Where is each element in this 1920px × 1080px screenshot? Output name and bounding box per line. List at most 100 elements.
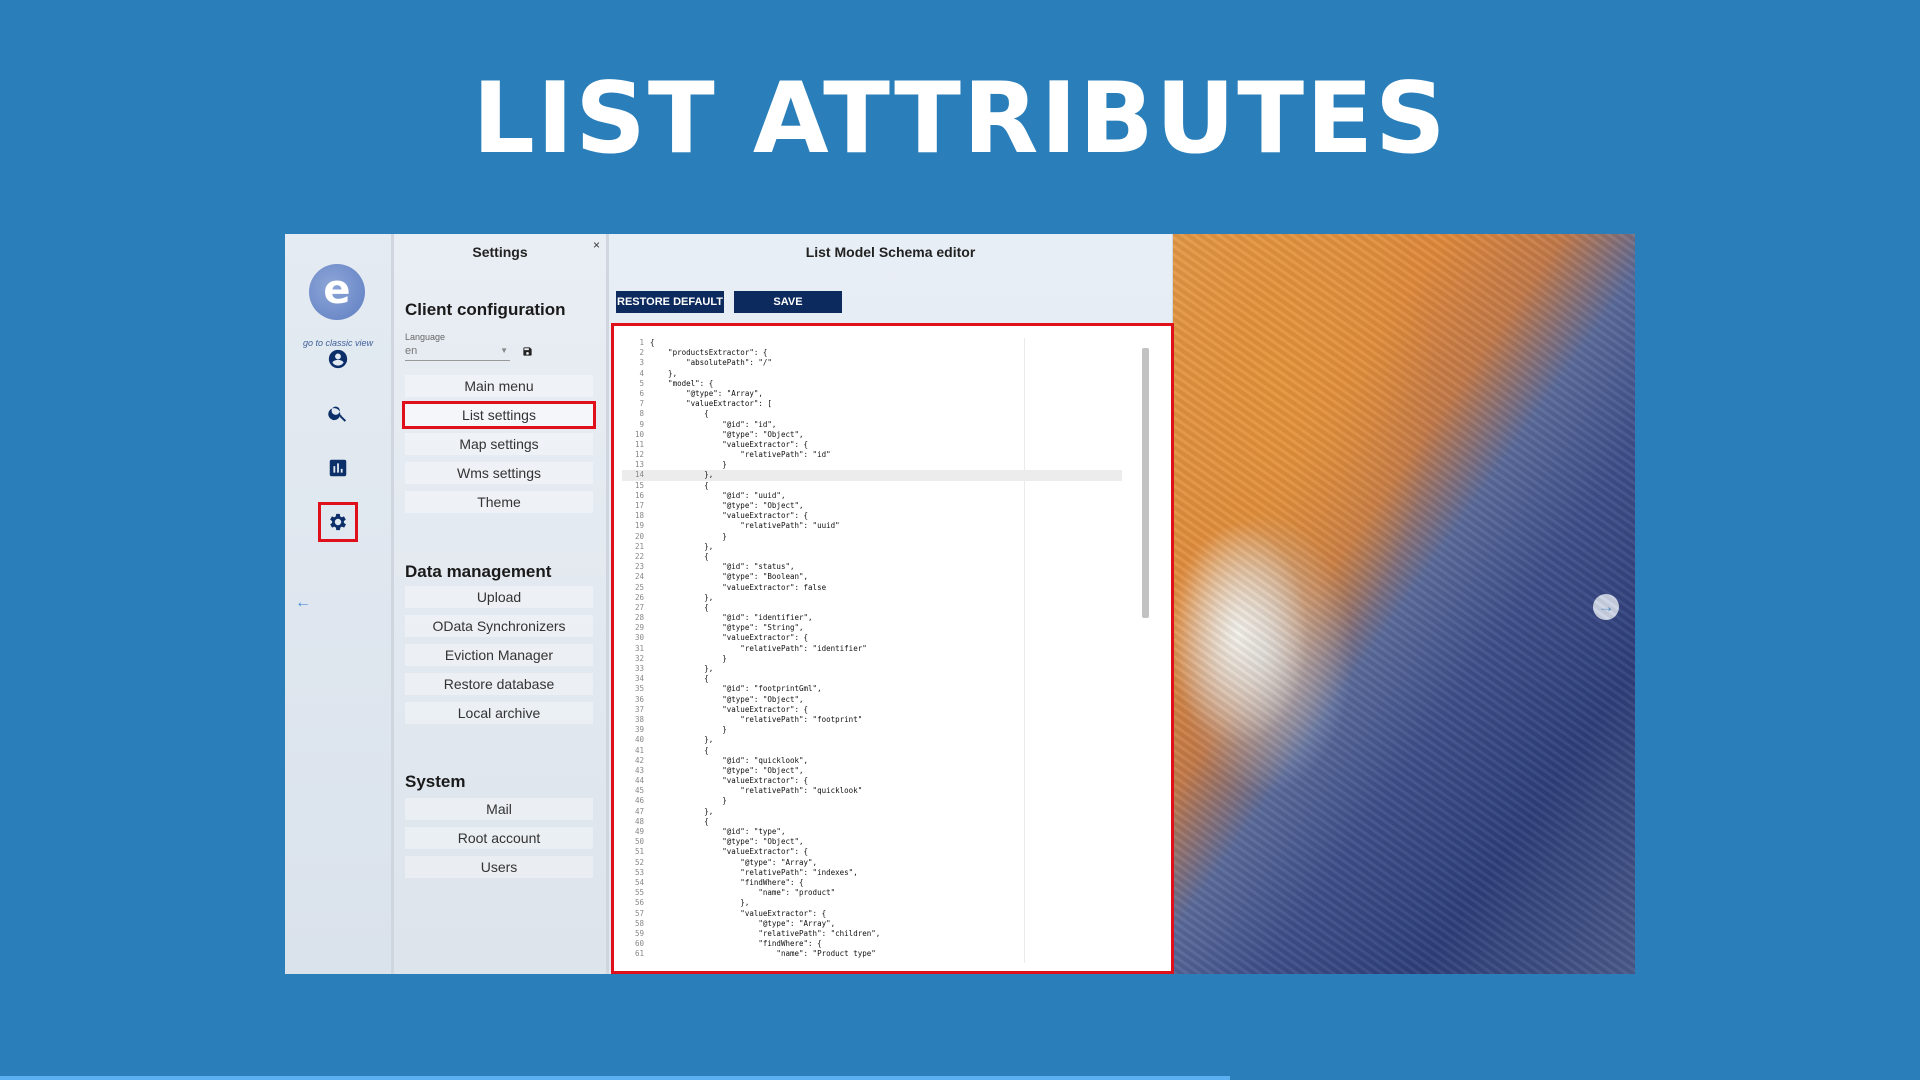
close-icon[interactable]: × bbox=[593, 238, 600, 252]
line-number: 47 bbox=[634, 806, 644, 816]
code-content[interactable]: 1{2 "productsExtractor": {3 "absolutePat… bbox=[622, 338, 1122, 959]
code-line[interactable]: 23 "@id": "status", bbox=[622, 562, 1122, 572]
code-line[interactable]: 41 { bbox=[622, 746, 1122, 756]
code-line[interactable]: 19 "relativePath": "uuid" bbox=[622, 521, 1122, 531]
code-line[interactable]: 2 "productsExtractor": { bbox=[622, 348, 1122, 358]
code-line[interactable]: 27 { bbox=[622, 603, 1122, 613]
code-line[interactable]: 60 "findWhere": { bbox=[622, 939, 1122, 949]
code-line[interactable]: 38 "relativePath": "footprint" bbox=[622, 715, 1122, 725]
code-line[interactable]: 18 "valueExtractor": { bbox=[622, 511, 1122, 521]
code-line[interactable]: 4 }, bbox=[622, 369, 1122, 379]
menu-root-account[interactable]: Root account bbox=[405, 827, 593, 849]
code-line[interactable]: 1{ bbox=[622, 338, 1122, 348]
code-line[interactable]: 6 "@type": "Array", bbox=[622, 389, 1122, 399]
menu-theme[interactable]: Theme bbox=[405, 491, 593, 513]
code-line[interactable]: 42 "@id": "quicklook", bbox=[622, 756, 1122, 766]
code-line[interactable]: 54 "findWhere": { bbox=[622, 878, 1122, 888]
esa-logo[interactable]: e bbox=[309, 264, 365, 320]
menu-map-settings[interactable]: Map settings bbox=[405, 433, 593, 455]
save-language-icon[interactable] bbox=[522, 346, 533, 360]
restore-default-button[interactable]: RESTORE DEFAULT bbox=[616, 291, 724, 313]
code-line[interactable]: 24 "@type": "Boolean", bbox=[622, 572, 1122, 582]
line-number: 31 bbox=[634, 643, 644, 653]
code-line[interactable]: 50 "@type": "Object", bbox=[622, 837, 1122, 847]
code-line[interactable]: 58 "@type": "Array", bbox=[622, 919, 1122, 929]
menu-list-settings[interactable]: List settings bbox=[402, 401, 596, 429]
code-line[interactable]: 40 }, bbox=[622, 735, 1122, 745]
code-line[interactable]: 57 "valueExtractor": { bbox=[622, 909, 1122, 919]
code-line[interactable]: 20 } bbox=[622, 532, 1122, 542]
code-line[interactable]: 32 } bbox=[622, 654, 1122, 664]
language-select[interactable]: en ▼ bbox=[405, 345, 510, 361]
code-line[interactable]: 16 "@id": "uuid", bbox=[622, 491, 1122, 501]
menu-wms-settings[interactable]: Wms settings bbox=[405, 462, 593, 484]
menu-odata-synchronizers[interactable]: OData Synchronizers bbox=[405, 615, 593, 637]
code-line[interactable]: 25 "valueExtractor": false bbox=[622, 583, 1122, 593]
line-number: 60 bbox=[634, 939, 644, 949]
code-editor[interactable]: 1{2 "productsExtractor": {3 "absolutePat… bbox=[611, 323, 1174, 974]
search-button[interactable] bbox=[321, 396, 355, 430]
menu-upload[interactable]: Upload bbox=[405, 586, 593, 608]
code-line[interactable]: 55 "name": "product" bbox=[622, 888, 1122, 898]
code-line[interactable]: 9 "@id": "id", bbox=[622, 420, 1122, 430]
map-next-icon[interactable]: → bbox=[1593, 594, 1619, 620]
satellite-map[interactable]: → bbox=[1173, 234, 1635, 974]
code-line[interactable]: 61 "name": "Product type" bbox=[622, 949, 1122, 959]
settings-button[interactable] bbox=[318, 502, 358, 542]
code-line[interactable]: 21 }, bbox=[622, 542, 1122, 552]
menu-restore-database[interactable]: Restore database bbox=[405, 673, 593, 695]
menu-mail[interactable]: Mail bbox=[405, 798, 593, 820]
code-line[interactable]: 17 "@type": "Object", bbox=[622, 501, 1122, 511]
code-line[interactable]: 7 "valueExtractor": [ bbox=[622, 399, 1122, 409]
code-line[interactable]: 49 "@id": "type", bbox=[622, 827, 1122, 837]
code-line[interactable]: 46 } bbox=[622, 796, 1122, 806]
menu-users[interactable]: Users bbox=[405, 856, 593, 878]
menu-eviction-manager[interactable]: Eviction Manager bbox=[405, 644, 593, 666]
code-line[interactable]: 35 "@id": "footprintGml", bbox=[622, 684, 1122, 694]
code-line[interactable]: 10 "@type": "Object", bbox=[622, 430, 1122, 440]
code-line[interactable]: 3 "absolutePath": "/" bbox=[622, 358, 1122, 368]
editor-scrollbar[interactable] bbox=[1142, 348, 1149, 618]
menu-local-archive[interactable]: Local archive bbox=[405, 702, 593, 724]
line-number: 11 bbox=[634, 439, 644, 449]
code-line[interactable]: 30 "valueExtractor": { bbox=[622, 633, 1122, 643]
code-line[interactable]: 52 "@type": "Array", bbox=[622, 858, 1122, 868]
code-line[interactable]: 53 "relativePath": "indexes", bbox=[622, 868, 1122, 878]
code-line[interactable]: 14 }, bbox=[622, 470, 1122, 481]
code-line[interactable]: 15 { bbox=[622, 481, 1122, 491]
code-line[interactable]: 51 "valueExtractor": { bbox=[622, 847, 1122, 857]
code-line[interactable]: 26 }, bbox=[622, 593, 1122, 603]
account-button[interactable] bbox=[321, 342, 355, 376]
save-button[interactable]: SAVE bbox=[734, 291, 842, 313]
code-line[interactable]: 44 "valueExtractor": { bbox=[622, 776, 1122, 786]
code-line[interactable]: 37 "valueExtractor": { bbox=[622, 705, 1122, 715]
code-line[interactable]: 8 { bbox=[622, 409, 1122, 419]
line-text: { bbox=[650, 816, 709, 826]
code-line[interactable]: 39 } bbox=[622, 725, 1122, 735]
code-line[interactable]: 59 "relativePath": "children", bbox=[622, 929, 1122, 939]
line-text: { bbox=[650, 602, 709, 612]
collapse-arrow-icon[interactable]: ← bbox=[295, 594, 311, 612]
code-line[interactable]: 56 }, bbox=[622, 898, 1122, 908]
chevron-down-icon: ▼ bbox=[500, 346, 508, 355]
code-line[interactable]: 28 "@id": "identifier", bbox=[622, 613, 1122, 623]
code-line[interactable]: 22 { bbox=[622, 552, 1122, 562]
line-text: }, bbox=[650, 592, 714, 602]
code-line[interactable]: 47 }, bbox=[622, 807, 1122, 817]
code-line[interactable]: 43 "@type": "Object", bbox=[622, 766, 1122, 776]
line-text: "@type": "Array", bbox=[650, 918, 836, 928]
code-line[interactable]: 36 "@type": "Object", bbox=[622, 695, 1122, 705]
menu-main-menu[interactable]: Main menu bbox=[405, 375, 593, 397]
code-line[interactable]: 48 { bbox=[622, 817, 1122, 827]
code-line[interactable]: 12 "relativePath": "id" bbox=[622, 450, 1122, 460]
statistics-button[interactable] bbox=[321, 451, 355, 485]
code-line[interactable]: 33 }, bbox=[622, 664, 1122, 674]
code-line[interactable]: 5 "model": { bbox=[622, 379, 1122, 389]
code-line[interactable]: 45 "relativePath": "quicklook" bbox=[622, 786, 1122, 796]
code-line[interactable]: 13 } bbox=[622, 460, 1122, 470]
code-line[interactable]: 11 "valueExtractor": { bbox=[622, 440, 1122, 450]
code-line[interactable]: 31 "relativePath": "identifier" bbox=[622, 644, 1122, 654]
bar-chart-icon bbox=[329, 459, 347, 477]
code-line[interactable]: 29 "@type": "String", bbox=[622, 623, 1122, 633]
code-line[interactable]: 34 { bbox=[622, 674, 1122, 684]
